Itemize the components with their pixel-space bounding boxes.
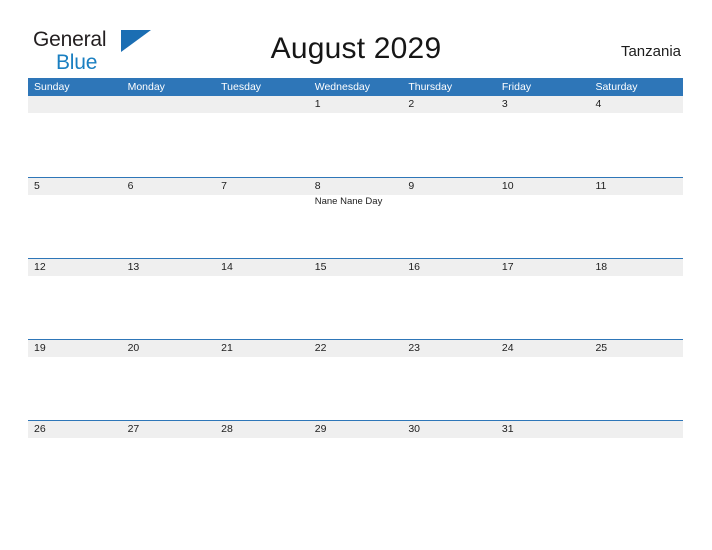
day-cell[interactable]: 3	[495, 96, 590, 177]
day-cell[interactable]: 23	[402, 340, 496, 420]
day-number: 27	[127, 423, 140, 435]
day-stripe	[121, 178, 216, 195]
day-number: 12	[34, 261, 46, 273]
day-cell[interactable]: 4	[589, 96, 684, 177]
day-cell[interactable]: 11	[589, 178, 684, 258]
calendar-grid: Sunday Monday Tuesday Wednesday Thursday Frid…	[28, 78, 684, 501]
day-cell[interactable]: 29	[308, 421, 403, 501]
day-stripe	[402, 96, 496, 113]
weekday-header-thursday: Thursday	[408, 81, 453, 93]
day-cell[interactable]: 12	[28, 259, 122, 339]
day-number: 31	[501, 423, 514, 435]
day-number: 24	[501, 342, 514, 354]
day-event-label: Nane Nane Day	[314, 196, 383, 207]
day-stripe	[495, 96, 590, 113]
day-cell[interactable]: 2	[402, 96, 496, 177]
day-number: 11	[595, 180, 607, 192]
day-number: 30	[408, 423, 420, 435]
day-cell[interactable]: 7	[215, 178, 309, 258]
day-stripe	[215, 96, 309, 113]
weekday-header-friday: Friday	[501, 81, 532, 93]
day-number: 20	[127, 342, 140, 354]
day-stripe	[28, 96, 122, 113]
calendar-week-row: 12 13 14 15 16 17 18	[28, 258, 684, 339]
day-number: 1	[314, 98, 321, 110]
day-cell[interactable]: 9	[402, 178, 496, 258]
day-cell[interactable]: 30	[402, 421, 496, 501]
day-number: 2	[408, 98, 415, 110]
day-cell[interactable]: 27	[121, 421, 216, 501]
weekday-header-tuesday: Tuesday	[221, 81, 262, 93]
day-number: 14	[221, 261, 233, 273]
calendar-week-row: 19 20 21 22 23 24 25	[28, 339, 684, 420]
day-number: 3	[501, 98, 508, 110]
day-cell[interactable]: 31	[495, 421, 590, 501]
day-cell[interactable]: 28	[215, 421, 309, 501]
page-header: General Blue August 2029 Tanzania	[0, 0, 712, 73]
calendar-week-row: 26 27 28 29 30 31	[28, 420, 684, 501]
day-cell[interactable]: 17	[495, 259, 590, 339]
day-number: 13	[127, 261, 140, 273]
day-number: 4	[595, 98, 602, 110]
day-cell[interactable]: 13	[121, 259, 216, 339]
day-cell[interactable]: 15	[308, 259, 403, 339]
day-stripe	[402, 178, 496, 195]
day-number: 29	[314, 423, 327, 435]
day-cell[interactable]: 21	[215, 340, 309, 420]
day-number: 9	[408, 180, 415, 192]
day-cell[interactable]: 24	[495, 340, 590, 420]
day-number: 15	[314, 261, 327, 273]
day-number: 16	[408, 261, 420, 273]
day-stripe	[28, 178, 122, 195]
calendar-week-row: 1 2 3 4	[28, 96, 684, 177]
day-number: 28	[221, 423, 233, 435]
weekday-header-sunday: Sunday	[34, 81, 70, 93]
day-stripe	[589, 96, 684, 113]
day-stripe	[215, 178, 309, 195]
day-cell[interactable]: 22	[308, 340, 403, 420]
day-number: 6	[127, 180, 134, 192]
weekday-header-wednesday: Wednesday	[314, 81, 370, 93]
page-title: August 2029	[270, 32, 442, 65]
day-cell-empty	[28, 96, 122, 177]
day-cell[interactable]: 5	[28, 178, 122, 258]
day-number: 7	[221, 180, 227, 192]
weekday-header-monday: Monday	[127, 81, 165, 93]
day-number: 10	[501, 180, 514, 192]
day-stripe	[121, 96, 216, 113]
calendar-weeks: 1 2 3 4 5 6 7 8 Nane Nane Day 9 10 11 12 13 14 15 16 17 18…	[28, 96, 684, 501]
day-number: 21	[221, 342, 233, 354]
day-number: 26	[34, 423, 46, 435]
day-number: 5	[34, 180, 40, 192]
day-cell-empty	[589, 421, 684, 501]
day-number: 23	[408, 342, 420, 354]
day-stripe	[308, 96, 403, 113]
day-cell[interactable]: 8 Nane Nane Day	[308, 178, 403, 258]
day-cell[interactable]: 16	[402, 259, 496, 339]
day-cell-empty	[215, 96, 309, 177]
weekday-header-row: Sunday Monday Tuesday Wednesday Thursday Frid…	[28, 78, 683, 96]
day-number: 8	[314, 180, 321, 192]
calendar-week-row: 5 6 7 8 Nane Nane Day 9 10 11	[28, 177, 684, 258]
day-cell[interactable]: 14	[215, 259, 309, 339]
country-label: Tanzania	[620, 43, 681, 60]
weekday-header-saturday: Saturday	[595, 81, 638, 93]
day-cell[interactable]: 25	[589, 340, 684, 420]
day-cell[interactable]: 1	[308, 96, 403, 177]
calendar-page: General Blue August 2029 Tanzania Sunday…	[0, 0, 712, 550]
day-cell[interactable]: 20	[121, 340, 216, 420]
day-number: 18	[595, 261, 608, 273]
day-number: 17	[501, 261, 514, 273]
day-cell[interactable]: 18	[589, 259, 684, 339]
day-number: 25	[595, 342, 608, 354]
day-stripe	[308, 178, 403, 195]
day-cell[interactable]: 10	[495, 178, 590, 258]
day-cell[interactable]: 6	[121, 178, 216, 258]
day-cell[interactable]: 19	[28, 340, 122, 420]
day-number: 19	[34, 342, 46, 354]
day-cell[interactable]: 26	[28, 421, 122, 501]
day-number: 22	[314, 342, 327, 354]
day-stripe	[589, 421, 684, 438]
day-cell-empty	[121, 96, 216, 177]
